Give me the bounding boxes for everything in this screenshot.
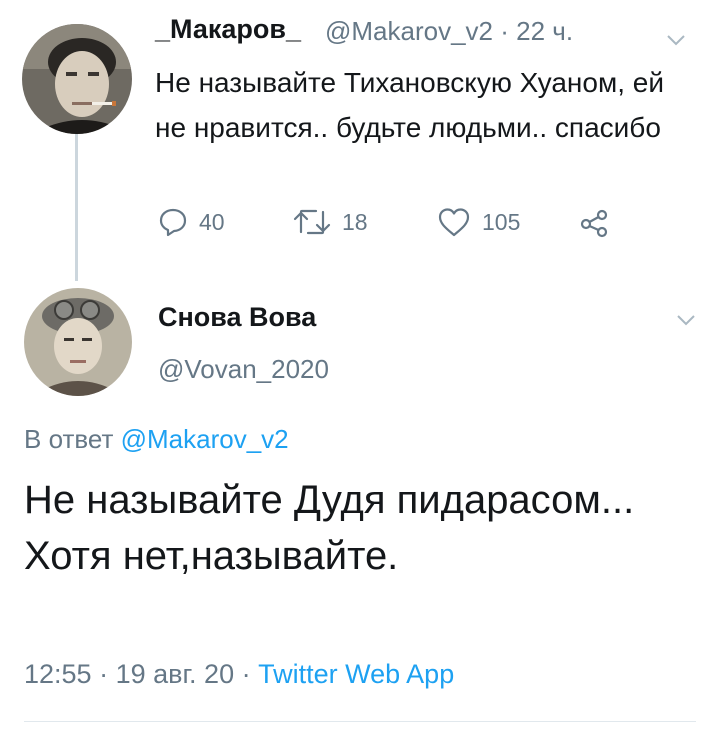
tweet-footer: 12:55 · 19 авг. 20 · Twitter Web App xyxy=(24,659,454,690)
like-button[interactable]: 105 xyxy=(436,204,520,240)
footer-separator: · xyxy=(99,659,109,689)
retweet-count: 18 xyxy=(342,208,368,235)
reply-button[interactable]: 40 xyxy=(157,204,225,240)
tweet-time[interactable]: 12:55 xyxy=(24,659,92,689)
author-name[interactable]: Снова Вова xyxy=(158,302,316,333)
reply-count: 40 xyxy=(199,208,225,235)
reply-prefix: В ответ xyxy=(24,424,114,454)
author-handle[interactable]: @Makarov_v2 xyxy=(325,16,493,46)
chevron-down-icon[interactable] xyxy=(674,308,698,332)
retweet-icon xyxy=(292,206,332,238)
reply-to-link[interactable]: @Makarov_v2 xyxy=(121,424,289,454)
tweet-text: Не называйте Дудя пидарасом... Хотя нет,… xyxy=(24,478,635,578)
tweet-date[interactable]: 19 авг. 20 xyxy=(116,659,234,689)
divider xyxy=(24,721,696,722)
thread-line xyxy=(75,133,78,281)
tweet-source-link[interactable]: Twitter Web App xyxy=(258,659,454,689)
footer-separator: · xyxy=(241,659,251,689)
meta-separator: · xyxy=(500,16,509,46)
reply-context: В ответ @Makarov_v2 xyxy=(24,424,289,455)
avatar-vova[interactable] xyxy=(24,288,132,396)
avatar-makarov[interactable] xyxy=(22,24,132,134)
author-name[interactable]: _Макаров_ xyxy=(155,14,301,45)
tweet-text: Не называйте Тихановскую Хуаном, ей не н… xyxy=(155,67,664,143)
retweet-button[interactable]: 18 xyxy=(292,204,368,240)
like-count: 105 xyxy=(482,208,521,235)
share-icon xyxy=(578,206,612,238)
reply-icon xyxy=(157,206,189,238)
author-handle[interactable]: @Vovan_2020 xyxy=(158,354,329,385)
heart-icon xyxy=(436,206,472,238)
share-button[interactable] xyxy=(578,204,612,240)
tweet-meta: @Makarov_v2 · 22 ч. xyxy=(325,16,573,47)
tweet-time[interactable]: 22 ч. xyxy=(516,16,573,46)
chevron-down-icon[interactable] xyxy=(664,28,688,52)
